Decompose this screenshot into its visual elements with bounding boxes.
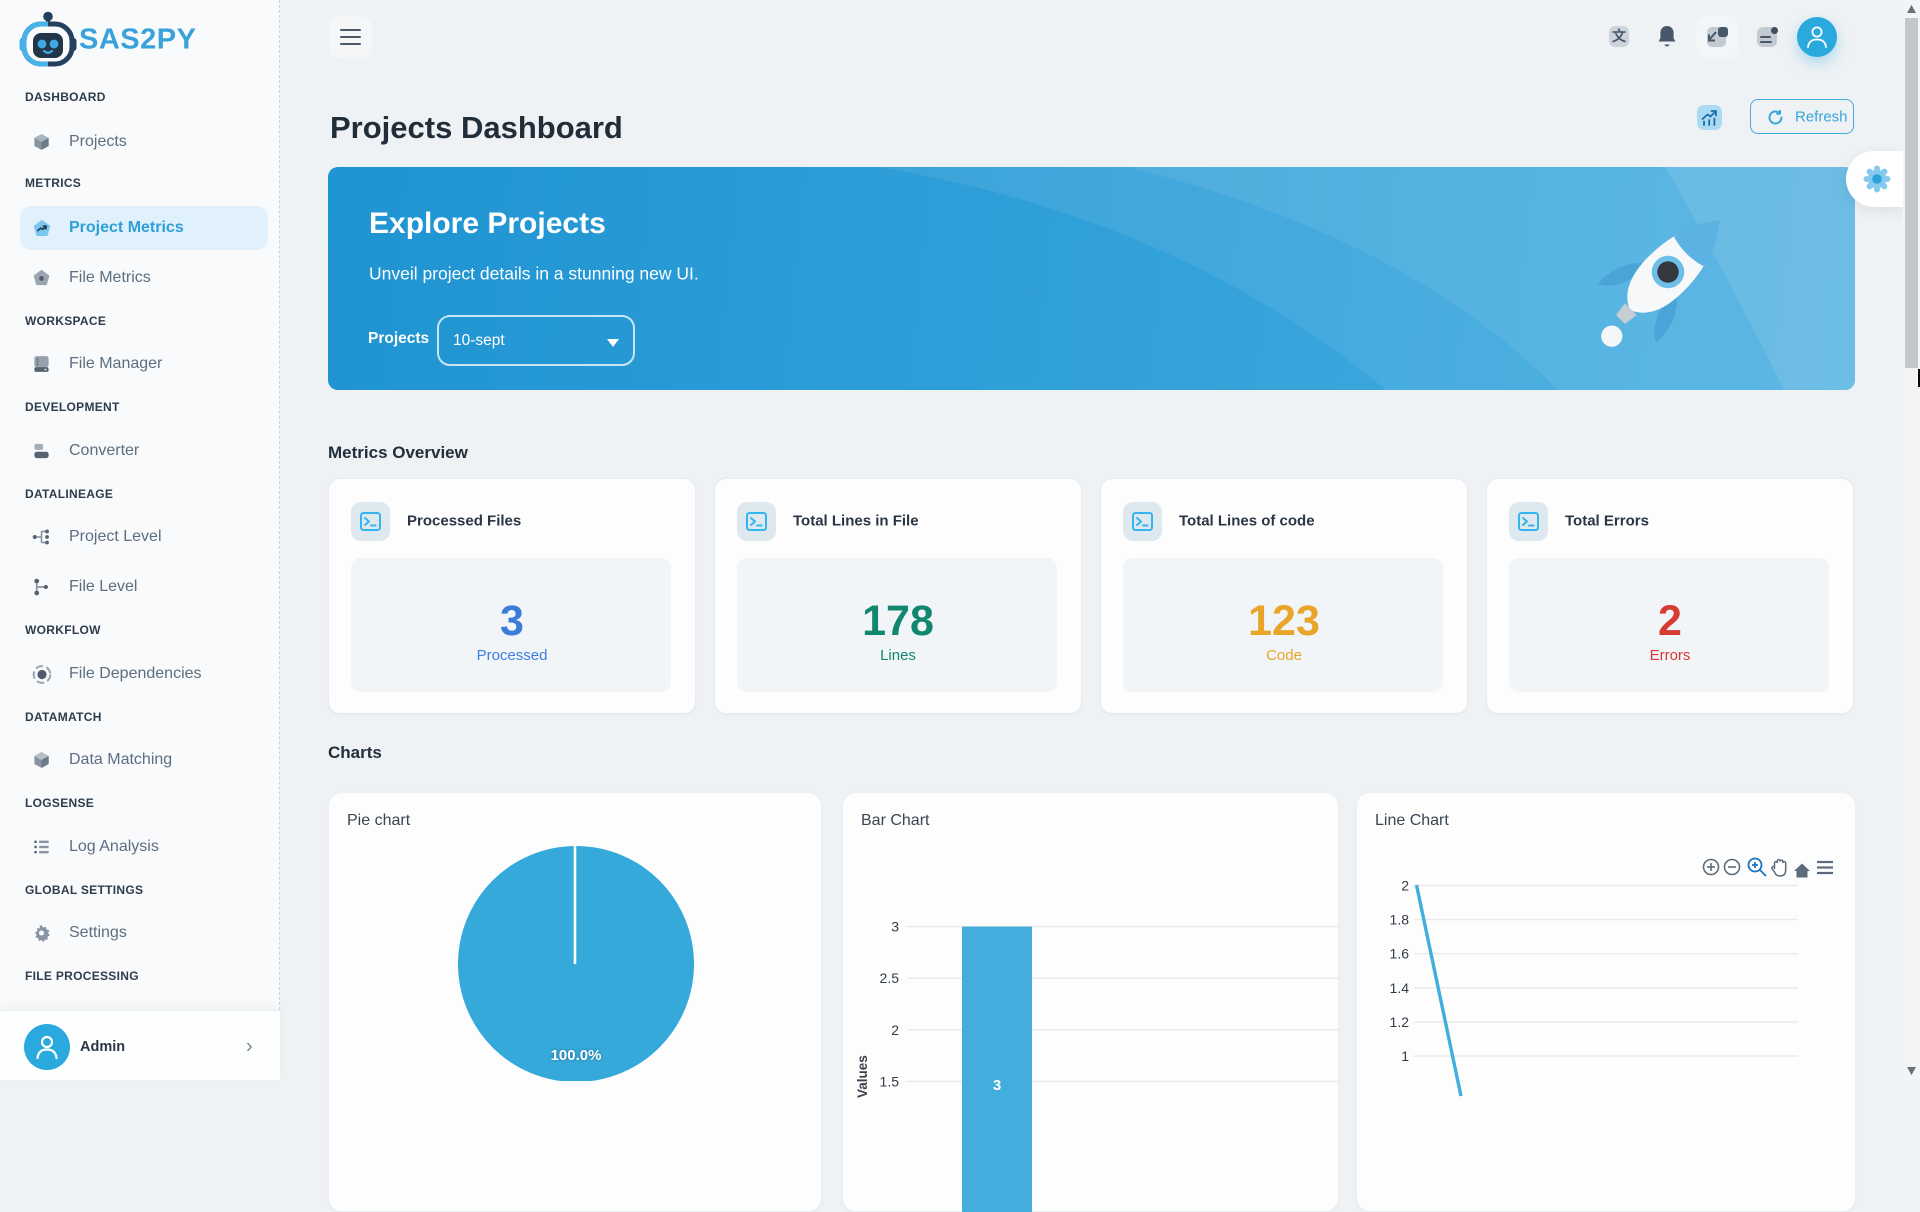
svg-text:2.5: 2.5 xyxy=(880,970,900,986)
svg-text:1.2: 1.2 xyxy=(1390,1014,1410,1030)
svg-text:1.6: 1.6 xyxy=(1390,946,1410,962)
svg-text:2: 2 xyxy=(1401,878,1409,894)
svg-text:3: 3 xyxy=(891,919,899,935)
svg-text:1.5: 1.5 xyxy=(880,1073,900,1089)
svg-text:1.8: 1.8 xyxy=(1390,912,1410,928)
svg-text:1.4: 1.4 xyxy=(1390,980,1410,996)
svg-text:Values: Values xyxy=(855,1055,870,1098)
svg-text:2: 2 xyxy=(891,1022,899,1038)
svg-text:1: 1 xyxy=(1401,1048,1409,1064)
